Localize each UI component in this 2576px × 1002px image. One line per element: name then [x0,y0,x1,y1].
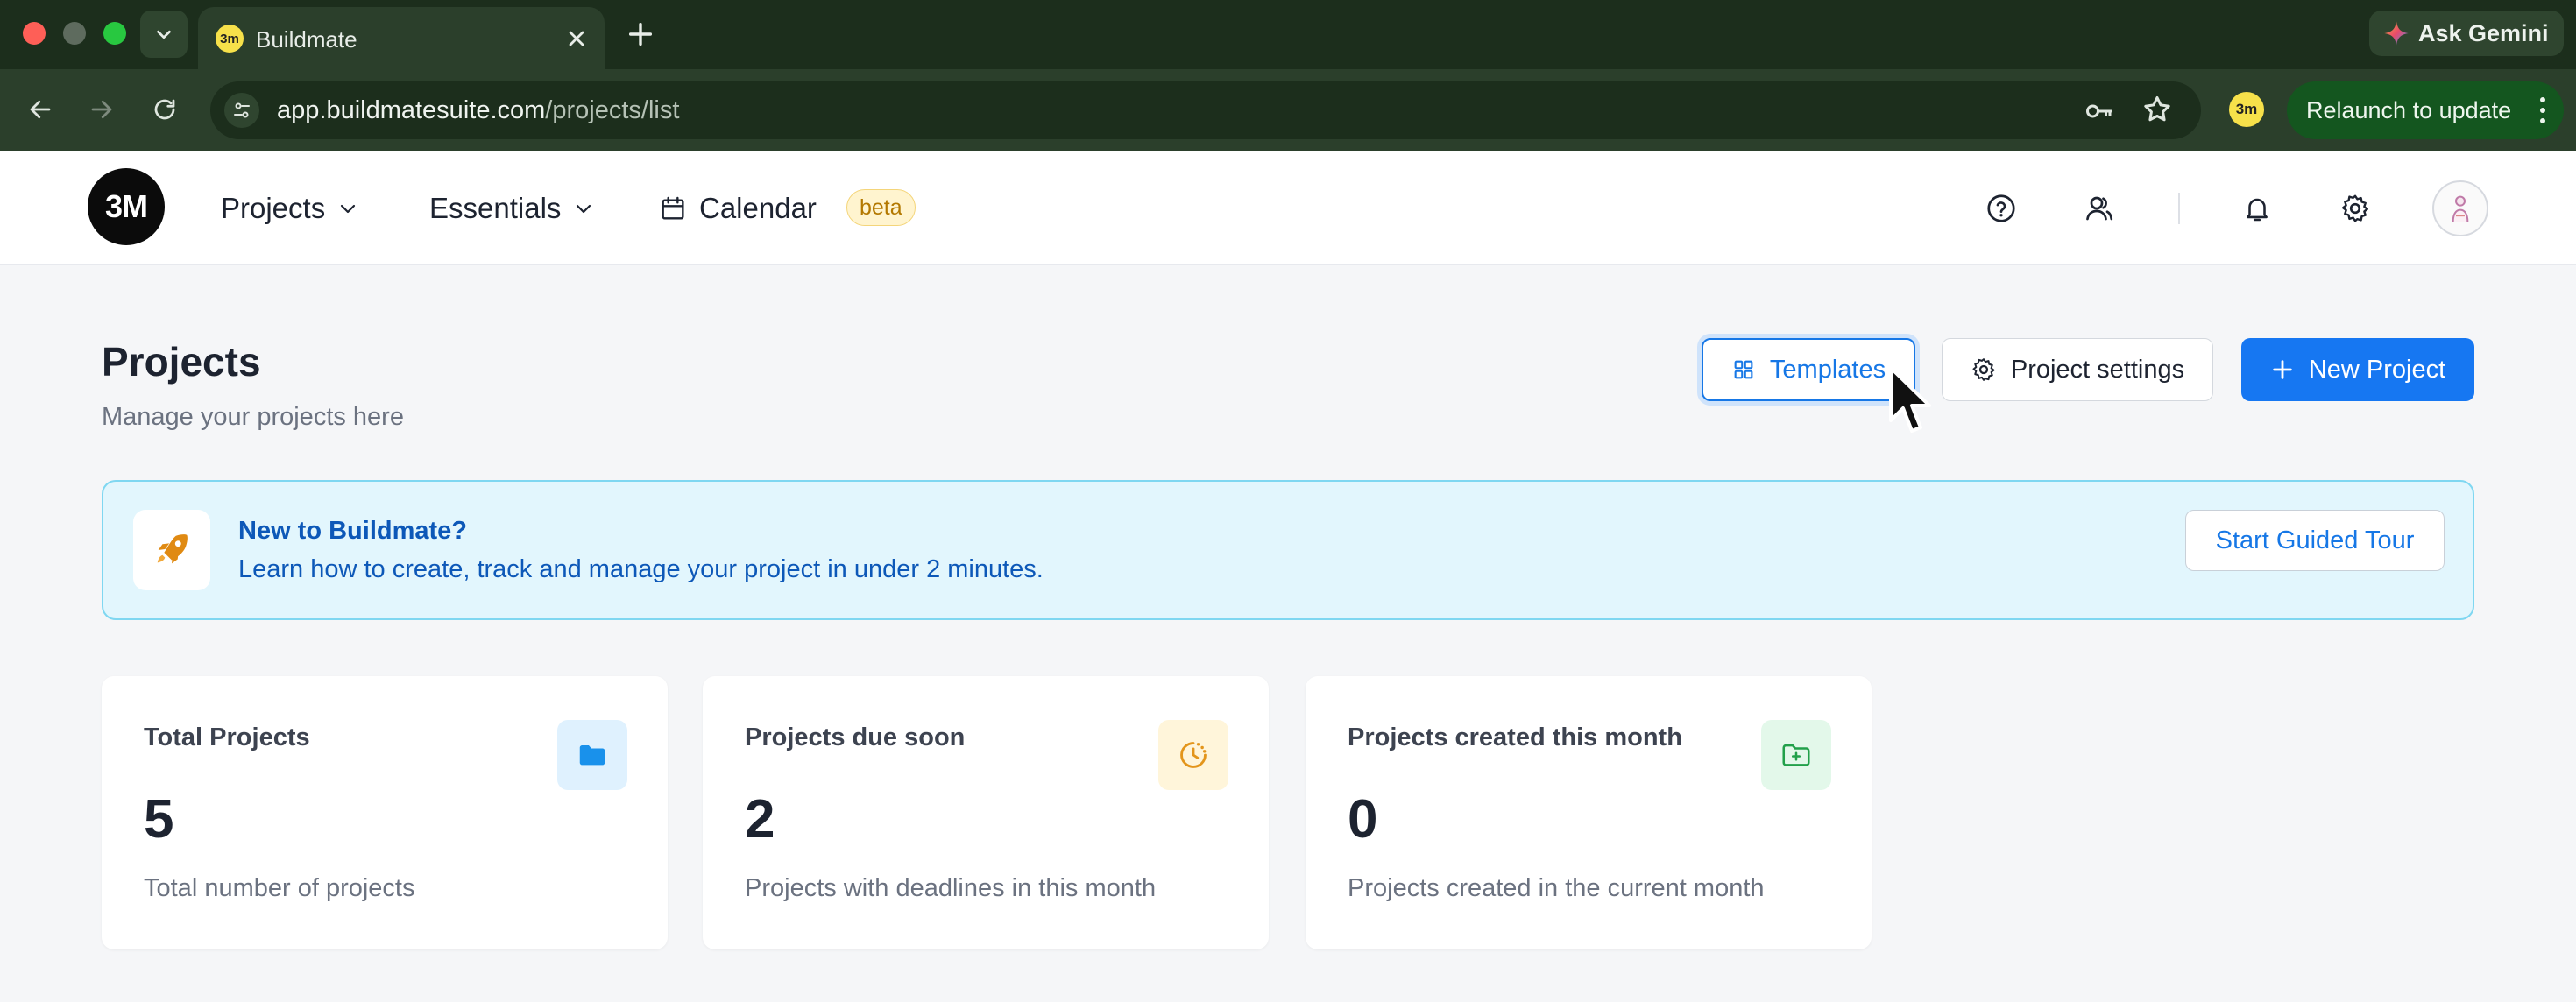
url-path: /projects/list [545,96,680,124]
tab-title: Buildmate [256,26,357,53]
banner-text: Learn how to create, track and manage yo… [238,555,1044,583]
avatar-figure-icon [2452,195,2469,222]
browser-tab-bar: 3m Buildmate Ask Gemini [0,0,2576,69]
help-button[interactable] [1982,189,2020,228]
stat-label: Projects created this month [1348,723,1682,752]
header-divider [2178,193,2180,224]
site-info-button[interactable] [224,93,259,128]
beta-badge: beta [846,189,916,226]
stat-label: Projects due soon [745,723,966,752]
browser-toolbar: app.buildmatesuite.com/projects/list 3m … [0,69,2576,151]
arrow-right-icon [91,100,112,119]
star-icon[interactable] [2141,94,2173,125]
forward-button[interactable] [81,88,123,131]
gear-icon [1972,358,1995,381]
tab-search-button[interactable] [140,11,188,58]
ask-gemini-button[interactable]: Ask Gemini [2369,11,2564,56]
stat-label: Total Projects [144,723,310,752]
address-bar[interactable]: app.buildmatesuite.com/projects/list [210,81,2201,139]
tune-icon [234,102,250,118]
team-button[interactable] [2080,189,2119,228]
buildmate-logo[interactable]: 3M [88,168,165,245]
stat-card-total-projects: Total Projects 5 Total number of project… [102,676,668,949]
nav-projects[interactable]: Projects [221,189,358,228]
nav-projects-label: Projects [221,192,326,224]
nav-essentials[interactable]: Essentials [429,189,594,228]
profile-icon[interactable]: 3m [2229,92,2264,127]
stat-card-created-this-month: Projects created this month 0 Projects c… [1306,676,1872,949]
url-text[interactable]: app.buildmatesuite.com/projects/list [277,96,679,125]
plus-icon [2273,360,2292,379]
close-icon[interactable] [564,26,589,51]
templates-label: Templates [1769,355,1886,384]
user-avatar[interactable] [2432,180,2488,236]
favicon-icon: 3m [216,25,244,53]
clock-icon [1158,720,1228,790]
users-icon [2086,196,2113,221]
key-icon[interactable] [2084,95,2115,127]
mouse-pointer-icon [1889,366,1931,433]
more-vertical-icon [2540,97,2545,123]
notifications-button[interactable] [2238,189,2276,228]
guided-tour-banner: New to Buildmate? Learn how to create, t… [102,480,2474,620]
help-circle-icon [1987,194,2015,222]
grid-icon [1734,360,1753,379]
browser-tab[interactable]: 3m Buildmate [198,7,605,69]
banner-title: New to Buildmate? [238,517,468,545]
folder-plus-icon [1761,720,1831,790]
back-button[interactable] [19,88,61,131]
new-project-button[interactable]: New Project [2241,338,2474,401]
reload-button[interactable] [144,88,186,131]
new-tab-plus-icon[interactable] [626,19,655,49]
rocket-icon-box [133,510,210,590]
window-close-button[interactable] [23,22,46,45]
page-title: Projects [102,339,261,385]
reload-icon [154,99,175,120]
stat-value: 2 [745,789,775,850]
bell-icon [2247,198,2268,222]
nav-calendar-label: Calendar [699,192,817,224]
gemini-sparkle-icon [2384,21,2409,46]
arrow-left-icon [30,100,51,119]
stat-description: Projects created in the current month [1348,874,1765,902]
url-host: app.buildmatesuite.com [277,96,546,124]
window-maximize-button[interactable] [103,22,126,45]
settings-button[interactable] [2336,189,2374,228]
start-guided-tour-button[interactable]: Start Guided Tour [2185,510,2445,571]
stat-description: Total number of projects [144,874,415,902]
ask-gemini-label: Ask Gemini [2418,19,2549,46]
nav-calendar[interactable]: Calendar [659,189,817,228]
window-minimize-button[interactable] [63,22,86,45]
relaunch-label: Relaunch to update [2306,96,2512,123]
chevron-down-icon [577,204,591,214]
stat-value: 5 [144,789,174,850]
new-project-label: New Project [2308,355,2446,384]
chevron-down-icon [157,30,171,39]
gear-icon [2342,194,2368,222]
calendar-icon [662,196,684,220]
stat-card-due-soon: Projects due soon 2 Projects with deadli… [703,676,1269,949]
page-subtitle: Manage your projects here [102,403,404,431]
relaunch-button[interactable]: Relaunch to update [2287,81,2564,139]
folder-icon [557,720,627,790]
rocket-icon [157,534,188,564]
templates-button[interactable]: Templates [1702,338,1915,401]
app-header: 3M Projects Essentials Calendar beta [0,151,2576,265]
nav-essentials-label: Essentials [429,192,562,224]
chevron-down-icon [341,204,356,214]
project-settings-button[interactable]: Project settings [1942,338,2213,401]
project-settings-label: Project settings [2010,355,2185,384]
stat-description: Projects with deadlines in this month [745,874,1157,902]
stat-value: 0 [1348,789,1378,850]
